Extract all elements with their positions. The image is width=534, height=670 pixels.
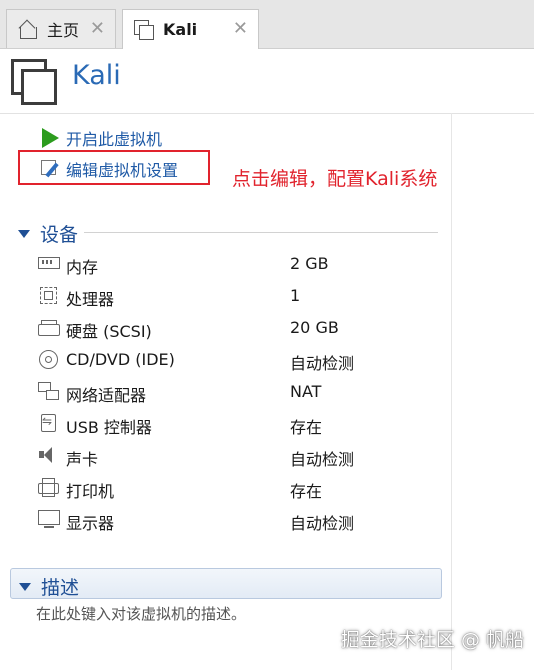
description-section-toggle[interactable]: 描述: [19, 573, 79, 600]
tab-bar: 主页 ✕ Kali ✕: [0, 0, 534, 49]
device-row-cpu[interactable]: 处理器 1: [38, 280, 438, 312]
divider: [84, 232, 438, 233]
play-icon: [40, 127, 62, 149]
device-row-usb[interactable]: USB 控制器 存在: [38, 408, 438, 440]
printer-icon: [38, 478, 60, 497]
vm-icon: [11, 59, 57, 105]
device-value: 存在: [290, 418, 323, 437]
device-row-network[interactable]: 网络适配器 NAT: [38, 376, 438, 408]
device-name: 打印机: [66, 482, 115, 501]
disk-icon: [38, 318, 60, 336]
start-vm-label: 开启此虚拟机: [66, 130, 163, 149]
start-vm-link[interactable]: 开启此虚拟机: [40, 126, 162, 150]
sound-icon: [38, 446, 60, 464]
device-value: 自动检测: [290, 514, 355, 533]
tab-home[interactable]: 主页 ✕: [6, 9, 116, 48]
device-name: USB 控制器: [66, 418, 152, 437]
description-section-bar[interactable]: 描述: [10, 568, 442, 599]
vm-icon: [133, 19, 155, 41]
page-title: Kali: [72, 60, 121, 91]
device-row-memory[interactable]: 内存 2 GB: [38, 248, 438, 280]
chevron-down-icon: [19, 582, 31, 591]
devices-section-toggle[interactable]: 设备: [18, 220, 78, 247]
divider: [451, 113, 452, 670]
annotation-text: 点击编辑，配置Kali系统: [232, 168, 438, 190]
close-icon[interactable]: ✕: [233, 18, 248, 39]
device-value: 1: [290, 286, 301, 305]
monitor-icon: [38, 510, 60, 528]
chevron-down-icon: [18, 229, 30, 238]
device-row-printer[interactable]: 打印机 存在: [38, 472, 438, 504]
highlight-box: [18, 150, 210, 185]
description-section-title: 描述: [41, 577, 80, 599]
device-row-sound[interactable]: 声卡 自动检测: [38, 440, 438, 472]
device-value: 存在: [290, 482, 323, 501]
device-name: 网络适配器: [66, 386, 147, 405]
tab-kali-label: Kali: [163, 20, 198, 39]
device-name: CD/DVD (IDE): [66, 350, 175, 369]
device-value: 20 GB: [290, 318, 339, 337]
close-icon[interactable]: ✕: [90, 18, 105, 39]
cd-icon: [38, 350, 60, 369]
divider: [0, 113, 534, 114]
cpu-icon: [38, 286, 60, 304]
device-name: 处理器: [66, 290, 115, 309]
device-value: 自动检测: [290, 354, 355, 373]
tab-home-label: 主页: [47, 21, 80, 40]
device-name: 显示器: [66, 514, 115, 533]
usb-icon: [38, 414, 60, 432]
device-row-disk[interactable]: 硬盘 (SCSI) 20 GB: [38, 312, 438, 344]
device-value: NAT: [290, 382, 322, 401]
watermark: 掘金技术社区 @ 帆船: [340, 629, 524, 651]
device-name: 内存: [66, 258, 99, 277]
device-name: 声卡: [66, 450, 99, 469]
network-icon: [38, 382, 60, 400]
device-name: 硬盘 (SCSI): [66, 322, 152, 341]
devices-section-title: 设备: [40, 224, 79, 246]
device-value: 2 GB: [290, 254, 329, 273]
device-value: 自动检测: [290, 450, 355, 469]
device-row-cd-dvd[interactable]: CD/DVD (IDE) 自动检测: [38, 344, 438, 376]
home-icon: [17, 18, 39, 40]
memory-icon: [38, 254, 60, 272]
description-input[interactable]: 在此处键入对该虚拟机的描述。: [36, 603, 246, 624]
tab-kali[interactable]: Kali ✕: [122, 9, 259, 49]
device-row-monitor[interactable]: 显示器 自动检测: [38, 504, 438, 536]
